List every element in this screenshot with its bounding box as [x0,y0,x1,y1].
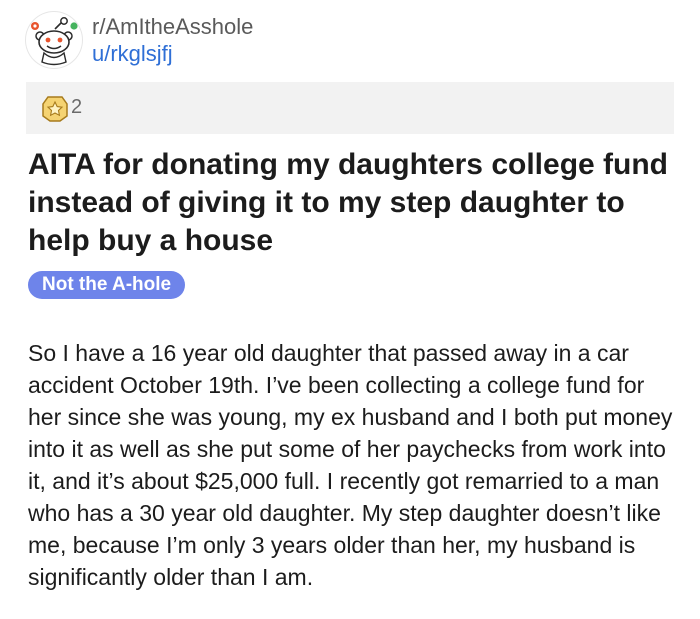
post-title: AITA for donating my daughters college f… [28,148,669,257]
award-badge-icon [42,96,68,122]
post-body: So I have a 16 year old daughter that pa… [28,340,673,590]
post-header: r/AmItheAsshole u/rkglsjfj [26,10,676,70]
author-username[interactable]: u/rkglsjfj [92,41,173,67]
post-flair[interactable]: Not the A-hole [28,271,186,299]
award-count: 2 [71,96,83,118]
reddit-snoo-icon [31,17,78,66]
awards-bar[interactable]: 2 [26,82,674,134]
subreddit-avatar[interactable] [26,12,82,68]
subreddit-name[interactable]: r/AmItheAsshole [92,14,253,40]
